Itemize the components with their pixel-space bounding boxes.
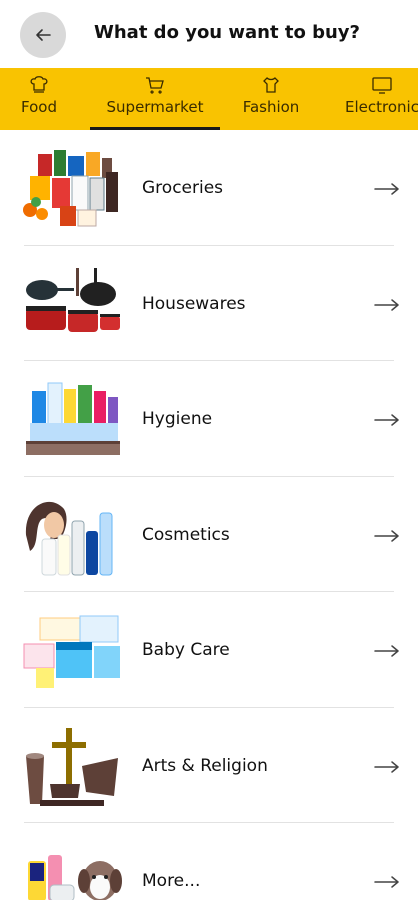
category-row-housewares[interactable]: Housewares [0, 246, 418, 361]
arrow-right-icon [374, 414, 399, 426]
category-list: Groceries Housewares Hygiene Cosmetics B… [0, 130, 418, 900]
app-header: What do you want to buy? [0, 0, 418, 68]
category-label: More... [142, 871, 201, 891]
tab-label: Food [21, 98, 57, 116]
category-row-arts-religion[interactable]: Arts & Religion [0, 708, 418, 823]
arrow-right-icon [374, 529, 399, 542]
arrow-left-icon [36, 29, 51, 41]
cosmetics-image [25, 501, 113, 575]
category-label: Housewares [142, 293, 246, 314]
tab-label: Fashion [242, 98, 300, 116]
monitor-icon [370, 76, 394, 94]
category-row-cosmetics[interactable]: Cosmetics [0, 477, 418, 592]
arts-religion-image [26, 727, 118, 806]
cart-icon [143, 76, 167, 94]
category-label: Hygiene [142, 409, 213, 429]
tab-supermarket[interactable]: Supermarket [90, 68, 220, 130]
arrow-right-icon [374, 645, 399, 657]
category-tab-bar: Food Supermarket Fashion Electronic [0, 68, 418, 130]
tab-label: Supermarket [106, 98, 204, 116]
category-label: Baby Care [142, 640, 230, 660]
page-title: What do you want to buy? [94, 22, 360, 43]
category-row-hygiene[interactable]: Hygiene [0, 361, 418, 477]
chef-hat-icon [27, 76, 51, 94]
tab-label: Electronic [345, 98, 418, 116]
category-row-more[interactable]: More... [0, 823, 418, 900]
category-label: Groceries [142, 178, 224, 198]
category-row-baby-care[interactable]: Baby Care [0, 592, 418, 708]
arrow-right-icon [374, 298, 399, 311]
arrow-right-icon [374, 760, 399, 773]
arrow-right-icon [374, 876, 399, 888]
category-label: Cosmetics [142, 524, 230, 545]
cookware-image [26, 267, 120, 332]
tab-electronic[interactable]: Electronic [337, 68, 418, 130]
arrow-right-icon [374, 183, 399, 195]
dress-icon [259, 76, 283, 94]
baby-care-image [23, 615, 120, 688]
more-products-image [28, 855, 122, 900]
groceries-image [23, 150, 118, 227]
category-row-groceries[interactable]: Groceries [0, 130, 418, 246]
hygiene-products-image [26, 382, 120, 455]
back-button[interactable] [20, 12, 66, 58]
tab-fashion[interactable]: Fashion [236, 68, 306, 130]
tab-food[interactable]: Food [14, 68, 64, 130]
category-label: Arts & Religion [142, 755, 268, 776]
